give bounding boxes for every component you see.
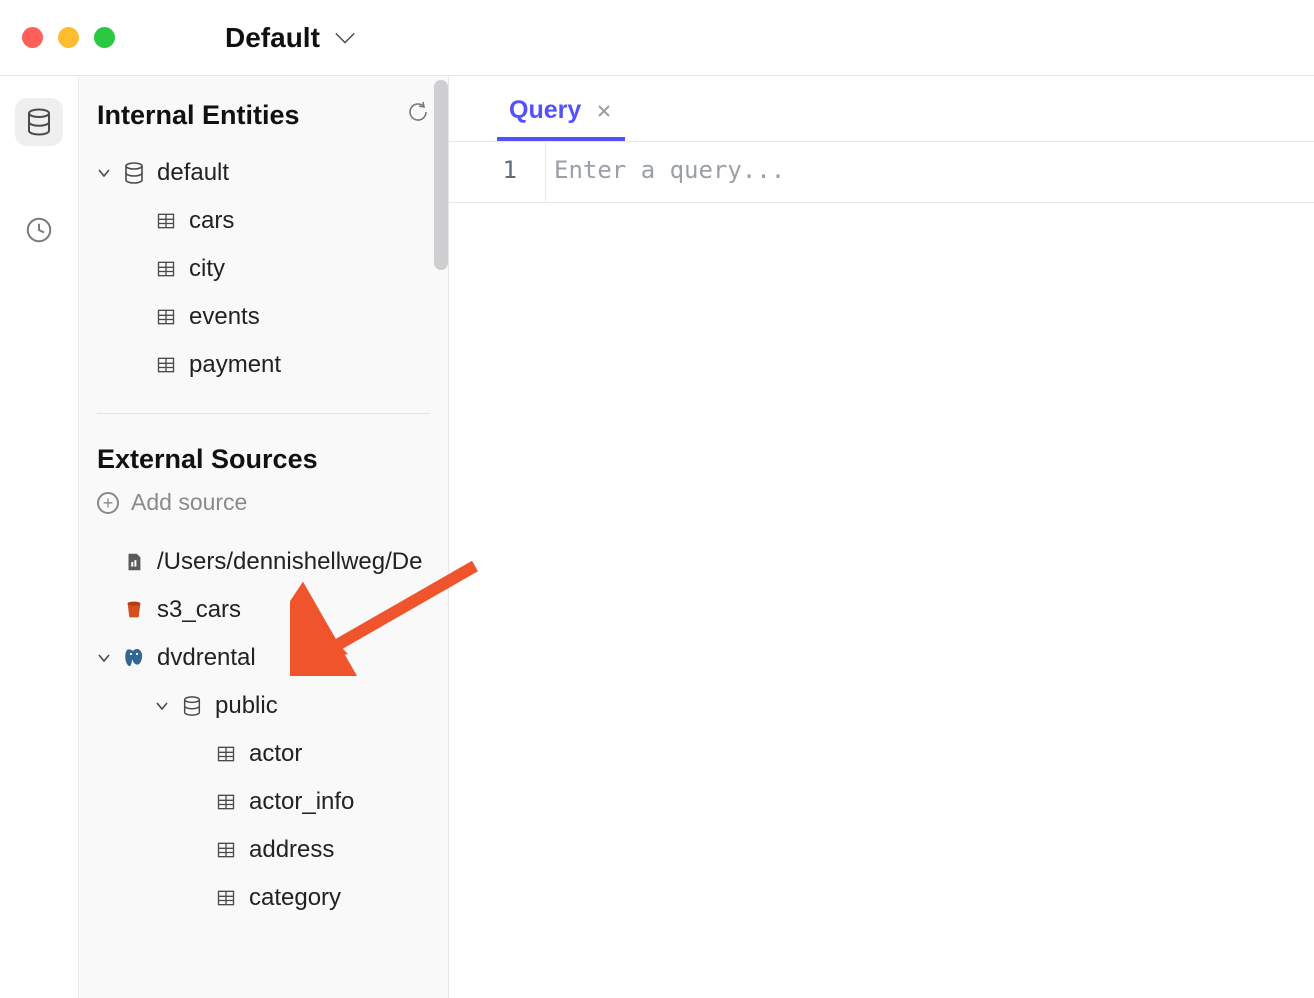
table-icon [153, 256, 179, 282]
internal-entities-title: Internal Entities [97, 100, 300, 131]
tree-table-cars[interactable]: cars [89, 197, 438, 245]
code-editor[interactable]: 1 Enter a query... [449, 142, 1314, 203]
database-icon [24, 107, 54, 137]
add-source-label: Add source [131, 489, 247, 516]
pg-table-label: actor_info [249, 788, 354, 816]
tab-query[interactable]: Query [497, 88, 625, 141]
editor-tabbar: Query [449, 76, 1314, 142]
table-icon [153, 208, 179, 234]
tree-table-payment[interactable]: payment [89, 341, 438, 389]
tree-table-label: events [189, 303, 260, 331]
close-icon [597, 104, 611, 118]
sidebar: Internal Entities default cars [78, 76, 448, 998]
editor-pane: Query 1 Enter a query... [448, 76, 1314, 998]
minimize-window-button[interactable] [58, 27, 79, 48]
source-s3-label: s3_cars [157, 596, 241, 624]
tree-table-events[interactable]: events [89, 293, 438, 341]
tree-table-label: cars [189, 207, 234, 235]
add-source-button[interactable]: + Add source [79, 475, 448, 524]
pg-table-label: address [249, 836, 334, 864]
source-file[interactable]: /Users/dennishellweg/De [89, 538, 438, 586]
file-icon [121, 549, 147, 575]
sidebar-scrollbar-thumb[interactable] [434, 80, 448, 270]
external-sources-header: External Sources [79, 444, 448, 475]
pg-table-actor[interactable]: actor [89, 730, 438, 778]
tree-db-default[interactable]: default [89, 149, 438, 197]
activity-database-button[interactable] [15, 98, 63, 146]
source-file-path: /Users/dennishellweg/De [157, 548, 422, 576]
tab-label: Query [509, 96, 581, 125]
internal-tree: default cars city events payment [79, 149, 448, 389]
database-icon [179, 693, 205, 719]
activity-history-button[interactable] [15, 206, 63, 254]
maximize-window-button[interactable] [94, 27, 115, 48]
titlebar: Default [0, 0, 1314, 76]
source-s3[interactable]: s3_cars [89, 586, 438, 634]
table-icon [153, 304, 179, 330]
table-icon [213, 837, 239, 863]
workspace-name: Default [225, 22, 320, 54]
main-layout: Internal Entities default cars [0, 76, 1314, 998]
activity-bar [0, 76, 78, 998]
pg-table-actor-info[interactable]: actor_info [89, 778, 438, 826]
line-number: 1 [449, 156, 517, 184]
source-postgres[interactable]: dvdrental [89, 634, 438, 682]
pg-table-category[interactable]: category [89, 874, 438, 922]
sidebar-divider [97, 413, 430, 414]
chevron-down-icon [93, 162, 115, 184]
tree-table-label: city [189, 255, 225, 283]
refresh-button[interactable] [406, 100, 430, 131]
external-tree: /Users/dennishellweg/De s3_cars dvdrenta… [79, 538, 448, 922]
tab-close-button[interactable] [595, 102, 613, 120]
chevron-down-icon [334, 31, 356, 45]
code-area[interactable]: Enter a query... [545, 142, 1314, 202]
database-icon [121, 160, 147, 186]
close-window-button[interactable] [22, 27, 43, 48]
pg-table-label: actor [249, 740, 302, 768]
workspace-selector[interactable]: Default [225, 22, 356, 54]
line-gutter: 1 [449, 142, 545, 202]
table-icon [153, 352, 179, 378]
tree-db-label: default [157, 159, 229, 187]
external-sources-title: External Sources [97, 444, 318, 475]
postgres-icon [121, 645, 147, 671]
table-icon [213, 789, 239, 815]
pg-table-label: category [249, 884, 341, 912]
tree-table-city[interactable]: city [89, 245, 438, 293]
table-icon [213, 741, 239, 767]
schema-label: public [215, 692, 278, 720]
source-postgres-label: dvdrental [157, 644, 256, 672]
bucket-icon [121, 597, 147, 623]
schema-public[interactable]: public [89, 682, 438, 730]
plus-circle-icon: + [97, 492, 119, 514]
code-placeholder: Enter a query... [546, 156, 1314, 184]
clock-icon [24, 215, 54, 245]
table-icon [213, 885, 239, 911]
window-controls [22, 27, 115, 48]
internal-entities-header: Internal Entities [79, 100, 448, 131]
tree-table-label: payment [189, 351, 281, 379]
pg-table-address[interactable]: address [89, 826, 438, 874]
refresh-icon [406, 100, 430, 124]
chevron-down-icon [93, 647, 115, 669]
chevron-down-icon [151, 695, 173, 717]
